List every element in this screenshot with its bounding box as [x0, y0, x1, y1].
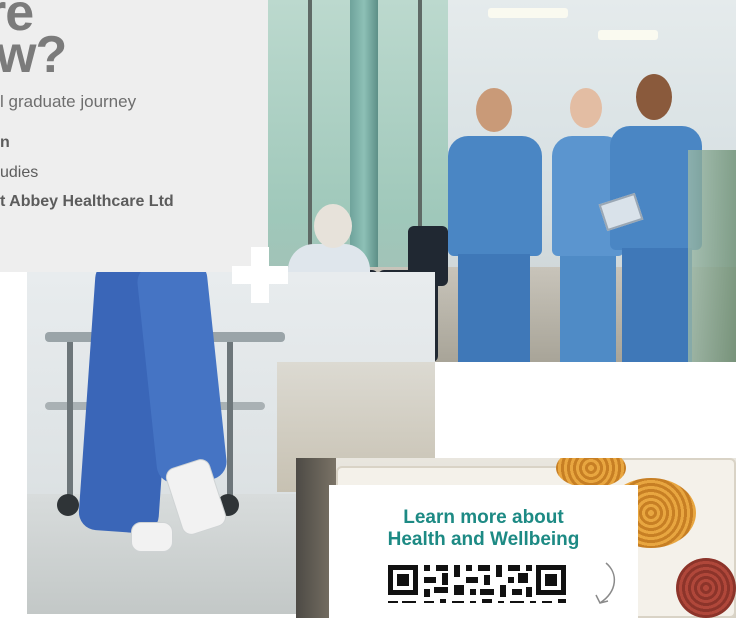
seated-patient-head	[314, 204, 352, 248]
learn-more-card[interactable]: Learn more about Health and Wellbeing	[329, 485, 638, 618]
window-frame	[308, 0, 312, 270]
headline: re w?	[0, 0, 67, 84]
stretcher-leg	[227, 342, 233, 502]
headline-line-2: w?	[0, 26, 67, 84]
profile-role: t Abbey Healthcare Ltd	[0, 193, 174, 210]
plus-icon	[232, 247, 288, 303]
ceiling-light	[598, 30, 658, 40]
profile-course: udies	[0, 164, 39, 181]
subheading: l graduate journey	[0, 92, 137, 111]
stretcher-leg	[67, 342, 73, 502]
tubing-coil-red	[676, 558, 736, 618]
doctor-legs	[622, 248, 692, 362]
profile-name: n	[0, 134, 10, 151]
learn-more-title-line-2: Health and Wellbeing	[387, 529, 580, 550]
ceiling-light	[488, 8, 568, 18]
nurse-male	[440, 88, 550, 362]
nurse-head	[570, 88, 602, 128]
curved-arrow-icon	[595, 562, 615, 604]
learn-more-title[interactable]: Learn more about Health and Wellbeing	[329, 507, 638, 551]
nurse-head	[476, 88, 512, 132]
qr-code-icon[interactable]	[386, 563, 576, 603]
doctor-head	[636, 74, 672, 120]
learn-more-title-line-1: Learn more about	[403, 507, 564, 528]
shoe	[131, 522, 173, 552]
nurse-legs	[458, 254, 530, 362]
intro-panel: re w? l graduate journey n udies t Abbey…	[0, 0, 268, 272]
stretcher-wheel	[57, 494, 79, 516]
nurse-torso	[448, 136, 542, 256]
foreground-plant	[688, 150, 736, 362]
